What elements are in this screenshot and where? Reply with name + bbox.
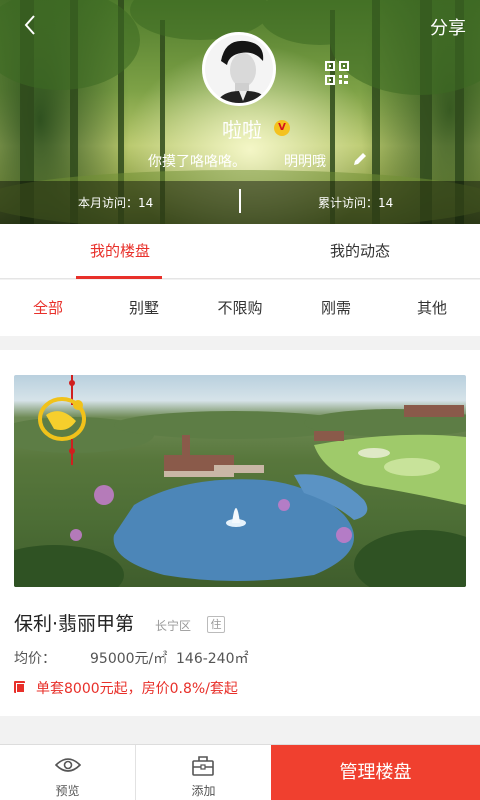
price-separator — [164, 650, 165, 664]
share-button[interactable]: 分享 — [430, 14, 466, 40]
stats-divider — [239, 189, 241, 213]
vip-badge-icon: V — [274, 120, 290, 136]
user-bio: 你摸了咯咯咯。 — [148, 154, 246, 170]
property-type-tag: 住 — [207, 616, 225, 633]
commission-icon — [14, 681, 25, 693]
profile-header: 分享 啦啦 V 你摸了咯咯咯。 明明哦 本月访问：14 累计访问：14 — [0, 0, 480, 224]
user-bio-name: 明明哦 — [284, 154, 326, 170]
tab-my-properties[interactable]: 我的楼盘 — [0, 224, 240, 279]
qr-code-icon[interactable] — [324, 60, 350, 86]
area-range: 146-240㎡ — [176, 651, 249, 667]
property-district: 长宁区 — [155, 619, 192, 633]
property-filter-bar: 全部 别墅 不限购 刚需 其他 — [0, 280, 480, 336]
property-name: 保利·翡丽甲第 — [14, 613, 135, 635]
briefcase-icon — [192, 756, 214, 776]
total-visits: 累计访问：14 — [318, 196, 394, 210]
back-icon[interactable] — [16, 10, 46, 40]
preview-button[interactable]: 预览 — [0, 745, 135, 800]
filter-no-purchase-limit[interactable]: 不限购 — [192, 280, 288, 336]
month-visits: 本月访问：14 — [78, 196, 154, 210]
main-tabs: 我的楼盘 我的动态 — [0, 224, 480, 279]
filter-all[interactable]: 全部 — [0, 280, 96, 336]
property-cover-image[interactable] — [14, 375, 466, 587]
filter-villa[interactable]: 别墅 — [96, 280, 192, 336]
visit-stats-bar: 本月访问：14 累计访问：14 — [0, 181, 480, 224]
manage-properties-button[interactable]: 管理楼盘 — [271, 745, 480, 800]
property-card[interactable]: 保利·翡丽甲第 长宁区 住 均价： 95000元/㎡ 146-240㎡ 单套80… — [0, 350, 480, 716]
active-tab-indicator — [76, 276, 162, 279]
filter-other[interactable]: 其他 — [384, 280, 480, 336]
eye-icon — [55, 758, 81, 772]
tab-my-updates[interactable]: 我的动态 — [240, 224, 480, 279]
add-label: 添加 — [191, 784, 216, 798]
user-nickname: 啦啦 — [222, 118, 262, 142]
edit-pencil-icon[interactable] — [352, 151, 368, 167]
bottom-action-bar: 预览 添加 管理楼盘 — [0, 744, 480, 800]
page: 分享 啦啦 V 你摸了咯咯咯。 明明哦 本月访问：14 累计访问：14 我的楼盘… — [0, 0, 480, 800]
preview-label: 预览 — [55, 784, 80, 798]
avatar[interactable] — [202, 32, 276, 106]
promo-text: 单套8000元起，房价0.8%/套起 — [36, 681, 238, 697]
price-label: 均价： — [14, 651, 56, 667]
add-button[interactable]: 添加 — [136, 745, 271, 800]
filter-essential[interactable]: 刚需 — [288, 280, 384, 336]
price-value: 95000元/㎡ — [90, 651, 168, 667]
